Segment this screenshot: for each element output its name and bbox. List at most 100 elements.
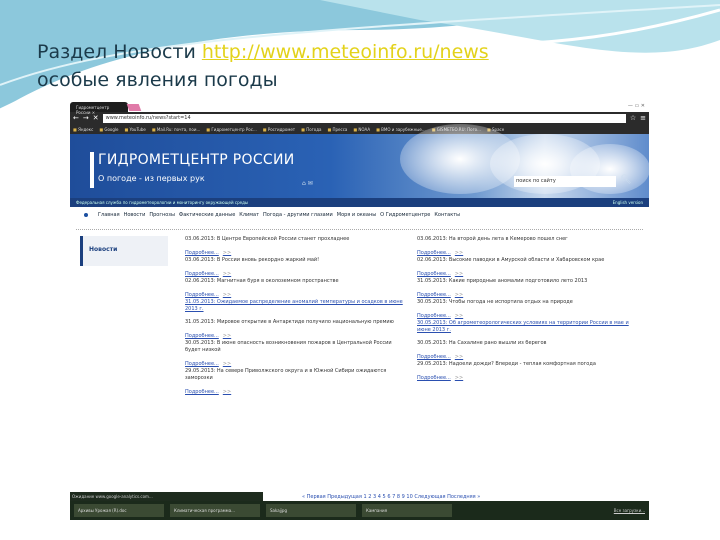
- downloads-bar: Архивы Урожая (R).doc Климатическая прогр…: [70, 501, 649, 520]
- read-more-label: Подробнее...: [185, 292, 219, 298]
- read-more-arrow: >>: [454, 375, 464, 381]
- window-controls[interactable]: — ▭ ✕: [628, 103, 645, 109]
- read-more-link[interactable]: Подробнее... >>: [417, 313, 639, 320]
- bookmark-item[interactable]: Погода: [301, 127, 321, 132]
- read-more-link[interactable]: Подробнее... >>: [417, 271, 639, 278]
- read-more-link[interactable]: Подробнее... >>: [417, 375, 639, 382]
- read-more-link[interactable]: Подробнее... >>: [185, 361, 407, 368]
- read-more-arrow: >>: [222, 389, 232, 395]
- news-column-right: 03.06.2013: На второй день лета в Кемеро…: [417, 236, 639, 382]
- read-more-arrow: >>: [222, 250, 232, 256]
- read-more-arrow: >>: [454, 354, 464, 360]
- stop-icon[interactable]: ✕: [93, 114, 99, 122]
- read-more-label: Подробнее...: [185, 333, 219, 339]
- read-more-label: Подробнее...: [417, 271, 451, 277]
- read-more-arrow: >>: [454, 313, 464, 319]
- download-item[interactable]: Кампания: [362, 504, 452, 517]
- read-more-label: Подробнее...: [185, 250, 219, 256]
- read-more-link[interactable]: Подробнее... >>: [417, 292, 639, 299]
- news-item: 30.05.2013: На Сахалине рано вышли из бе…: [417, 340, 547, 346]
- forward-icon[interactable]: →: [83, 114, 89, 122]
- menu-item[interactable]: Климат: [239, 212, 259, 218]
- news-item: 03.06.2013: В России вновь рекордно жарк…: [185, 257, 320, 263]
- read-more-arrow: >>: [222, 271, 232, 277]
- news-item: 02.06.2013: Высокие паводки в Амурской о…: [417, 257, 605, 263]
- menu-item[interactable]: Новости: [124, 212, 146, 218]
- site-title[interactable]: ГИДРОМЕТЦЕНТР РОССИИ: [98, 152, 295, 168]
- bookmark-item[interactable]: Пресса: [327, 127, 348, 132]
- news-item: 30.05.2013: Чтобы погода не испортила от…: [417, 299, 573, 305]
- news-item[interactable]: 30.05.2013: Об агрометеорологических усл…: [417, 320, 639, 334]
- back-icon[interactable]: ←: [73, 114, 79, 122]
- news-item: 29.05.2013: Надоели дожди? Впереди - теп…: [417, 361, 596, 367]
- news-link[interactable]: http://www.meteoinfo.ru/news: [202, 41, 489, 63]
- site-header: ГИДРОМЕТЦЕНТР РОССИИ О погоде - из первы…: [70, 124, 649, 198]
- bookmark-item[interactable]: Яндекс: [73, 127, 93, 132]
- menu-item[interactable]: О Гидрометцентре: [380, 212, 430, 218]
- read-more-label: Подробнее...: [185, 361, 219, 367]
- read-more-link[interactable]: Подробнее... >>: [185, 389, 407, 396]
- menu-item[interactable]: Погода - другими глазами: [263, 212, 333, 218]
- news-item: 29.05.2013: На севере Приволжского округ…: [185, 368, 387, 381]
- sidebar-item-news[interactable]: Новости: [80, 236, 168, 266]
- read-more-link[interactable]: Подробнее... >>: [185, 271, 407, 278]
- all-downloads-link[interactable]: Все загрузки...: [614, 508, 645, 513]
- read-more-arrow: >>: [222, 333, 232, 339]
- pagination[interactable]: « Первая Предыдущая 1 2 3 4 5 6 7 8 9 10…: [302, 494, 480, 500]
- read-more-link[interactable]: Подробнее... >>: [417, 354, 639, 361]
- read-more-link[interactable]: Подробнее... >>: [417, 250, 639, 257]
- menu-item[interactable]: Фактические данные: [179, 212, 235, 218]
- address-bar[interactable]: www.meteoinfo.ru/news?start=14: [102, 113, 626, 123]
- browser-tab[interactable]: Гидрометцентр России ×: [70, 102, 128, 115]
- read-more-label: Подробнее...: [417, 354, 451, 360]
- read-more-link[interactable]: Подробнее... >>: [185, 292, 407, 299]
- read-more-arrow: >>: [454, 271, 464, 277]
- english-version-link[interactable]: English version: [613, 200, 643, 205]
- news-column-left: 03.06.2013: В Центре Европейской России …: [185, 236, 407, 396]
- download-item[interactable]: Архивы Урожая (R).doc: [74, 504, 164, 517]
- menu-item[interactable]: Моря и океаны: [337, 212, 376, 218]
- slide-title: Раздел Новости http://www.meteoinfo.ru/n…: [37, 38, 489, 94]
- read-more-label: Подробнее...: [417, 292, 451, 298]
- news-item: 31.05.2013: Мировое открытие в Антарктид…: [185, 319, 394, 325]
- agency-text: Федеральная служба по гидрометеорологии …: [76, 200, 248, 205]
- menu-bullet-icon: [84, 212, 88, 217]
- main-menu: Главная Новости Прогнозы Фактические данные…: [70, 207, 649, 222]
- menu-item[interactable]: Главная: [98, 212, 120, 218]
- read-more-link[interactable]: Подробнее... >>: [185, 250, 407, 257]
- download-item[interactable]: Sakajjpg: [266, 504, 356, 517]
- read-more-link[interactable]: Подробнее... >>: [185, 333, 407, 340]
- search-input[interactable]: поиск по сайту: [514, 176, 616, 187]
- bookmark-item[interactable]: Гидрометцентр Рос...: [206, 127, 256, 132]
- menu-icon[interactable]: ≡: [640, 114, 646, 122]
- bookmark-item[interactable]: NOAA: [353, 127, 370, 132]
- new-tab-button[interactable]: [126, 104, 142, 111]
- menu-item[interactable]: Прогнозы: [149, 212, 175, 218]
- search-icon[interactable]: 🔍︎: [620, 175, 631, 185]
- read-more-arrow: >>: [454, 292, 464, 298]
- bookmark-item[interactable]: Росгидромет: [263, 127, 295, 132]
- news-item: 31.05.2013: Какие природные аномалии под…: [417, 278, 588, 284]
- news-item: 03.06.2013: В Центре Европейской России …: [185, 236, 350, 242]
- bookmark-item[interactable]: ВМО и зарубежные...: [376, 127, 426, 132]
- bookmark-item[interactable]: Mail.Ru: почта, пои...: [152, 127, 200, 132]
- read-more-arrow: >>: [454, 250, 464, 256]
- news-item[interactable]: 31.05.2013: Ожидаемое распределение аном…: [185, 299, 407, 313]
- star-icon[interactable]: ☆: [630, 114, 636, 122]
- logo-bar: [90, 152, 94, 188]
- read-more-arrow: >>: [222, 292, 232, 298]
- read-more-label: Подробнее...: [185, 271, 219, 277]
- bookmark-item[interactable]: Google: [99, 127, 118, 132]
- status-bar: Ожидание www.google-analytics.com...: [70, 492, 263, 501]
- home-mail-icons[interactable]: ⌂ ✉: [302, 180, 313, 187]
- menu-item[interactable]: Контакты: [434, 212, 460, 218]
- read-more-arrow: >>: [222, 361, 232, 367]
- bookmarks-bar: Яндекс Google YouTube Mail.Ru: почта, пои..…: [70, 124, 649, 134]
- slide-subtitle: особые явления погоды: [37, 69, 278, 91]
- download-item[interactable]: Климатическая программа...: [170, 504, 260, 517]
- read-more-label: Подробнее...: [417, 313, 451, 319]
- bookmark-item[interactable]: YouTube: [124, 127, 146, 132]
- site-subtitle: О погоде - из первых рук: [98, 174, 205, 183]
- read-more-label: Подробнее...: [417, 375, 451, 381]
- read-more-label: Подробнее...: [185, 389, 219, 395]
